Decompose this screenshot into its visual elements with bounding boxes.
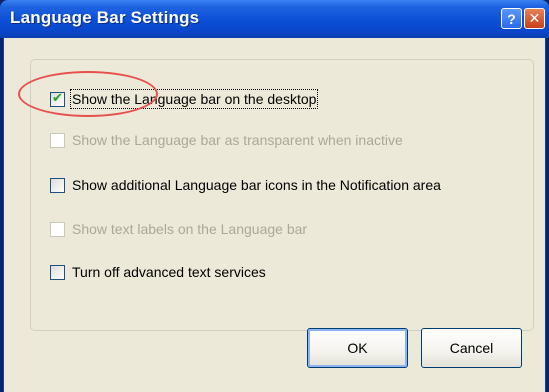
checkbox-text-labels[interactable] (50, 221, 65, 237)
cancel-button[interactable]: Cancel (421, 328, 522, 368)
close-button[interactable]: ✕ (524, 8, 545, 29)
dialog-body: ✔ Show the Language bar on the desktop S… (3, 38, 546, 392)
window-title: Language Bar Settings (10, 8, 200, 27)
option-notification-icons[interactable]: Show additional Language bar icons in th… (50, 176, 441, 194)
option-label: Show additional Language bar icons in th… (72, 177, 441, 193)
option-transparent-inactive[interactable]: Show the Language bar as transparent whe… (50, 131, 403, 149)
checkbox-notification-icons[interactable] (50, 177, 65, 193)
option-text-labels[interactable]: Show text labels on the Language bar (50, 220, 307, 238)
help-button[interactable]: ? (501, 8, 522, 29)
option-label: Show text labels on the Language bar (72, 221, 308, 237)
option-label: Turn off advanced text services (72, 264, 266, 280)
ok-button[interactable]: OK (307, 328, 408, 368)
title-bar[interactable]: Language Bar Settings ? ✕ (0, 0, 549, 38)
option-label: Show the Language bar as transparent whe… (72, 132, 403, 148)
checkbox-transparent-inactive[interactable] (50, 132, 65, 148)
help-icon: ? (507, 10, 516, 27)
highlight-annotation-circle (18, 71, 158, 117)
option-turn-off-text-services[interactable]: Turn off advanced text services (50, 263, 266, 281)
checkbox-turn-off-text-services[interactable] (50, 264, 65, 280)
dialog-window: Language Bar Settings ? ✕ ✔ Show the Lan… (0, 0, 549, 392)
close-icon: ✕ (528, 10, 541, 26)
